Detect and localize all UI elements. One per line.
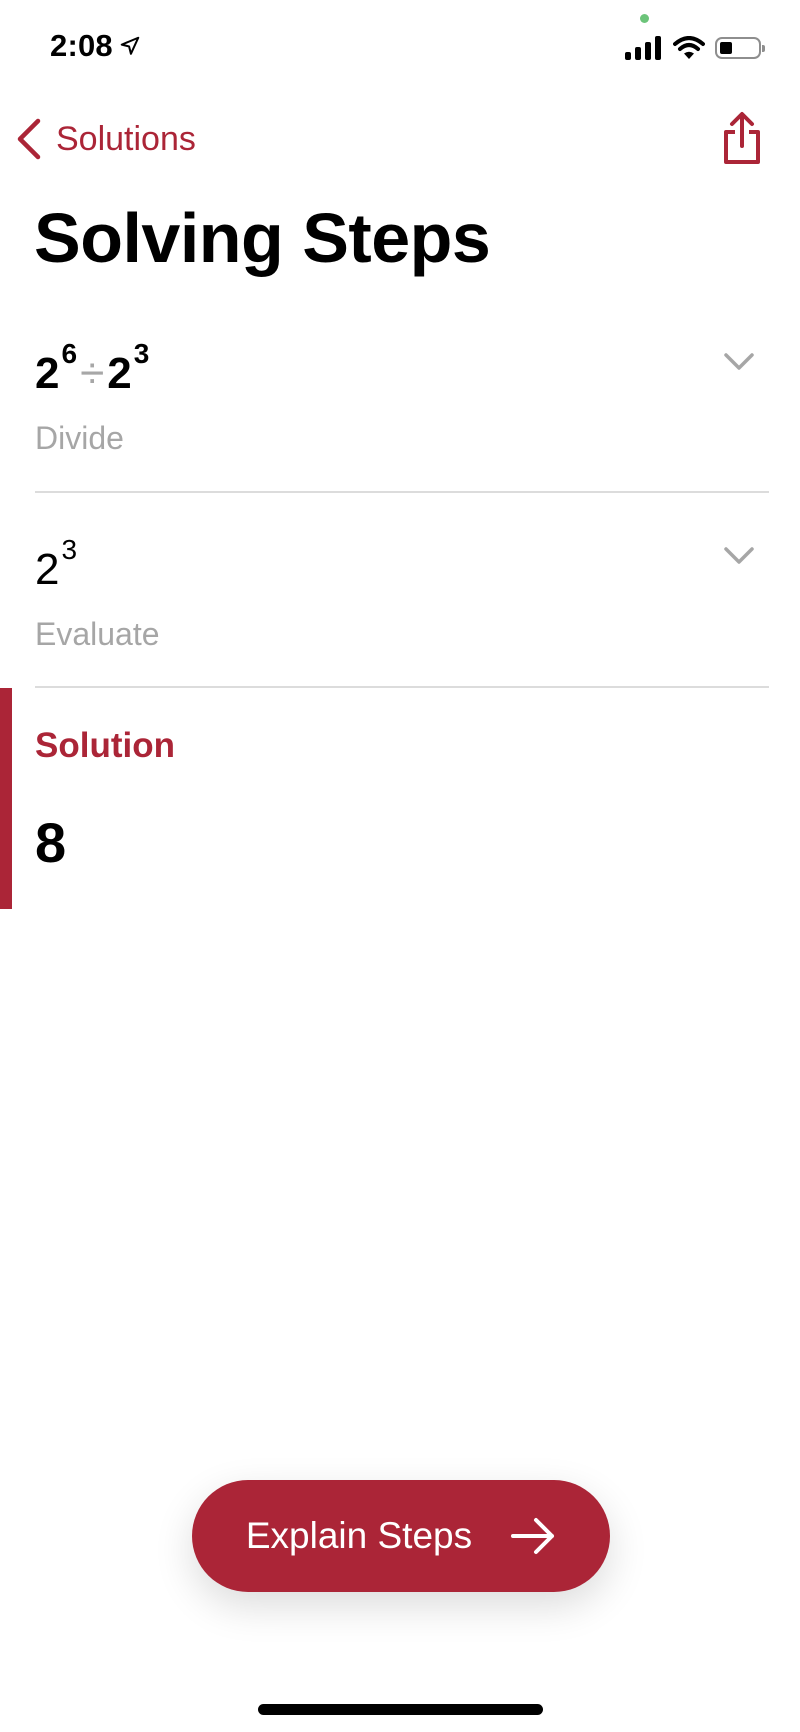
solution-accent-bar: [0, 688, 12, 909]
step-expression: 26÷23: [35, 340, 149, 398]
status-time: 2:08: [50, 28, 141, 64]
operator: ÷: [80, 349, 105, 398]
share-button[interactable]: [718, 110, 766, 166]
page-title: Solving Steps: [34, 199, 491, 277]
share-icon: [724, 112, 760, 164]
chevron-down-icon[interactable]: [723, 352, 755, 372]
explain-steps-label: Explain Steps: [245, 1515, 473, 1556]
divider: [35, 686, 769, 688]
base: 2: [107, 349, 132, 398]
solution-label: Solution: [35, 726, 175, 765]
solution-value: 8: [35, 811, 67, 874]
cellular-signal-icon: [625, 36, 661, 60]
home-indicator[interactable]: [258, 1704, 543, 1715]
back-button[interactable]: Solutions: [16, 118, 196, 160]
privacy-indicator-dot: [640, 14, 649, 23]
base: 2: [35, 545, 60, 594]
step-row[interactable]: 26÷23 Divide: [35, 336, 765, 456]
step-expression: 23: [35, 536, 77, 594]
chevron-left-icon: [17, 118, 41, 160]
exponent: 6: [61, 338, 78, 369]
back-label: Solutions: [56, 119, 196, 158]
location-arrow-icon: [120, 36, 140, 55]
solving-steps-screen: 2:08 Solutions Solving Steps 26÷23 Divid…: [0, 0, 800, 1732]
wifi-icon: [673, 36, 705, 59]
chevron-down-icon[interactable]: [723, 546, 755, 566]
step-description: Divide: [35, 420, 124, 456]
exponent: 3: [61, 534, 78, 565]
divider: [35, 491, 769, 493]
arrow-right-icon: [511, 1518, 555, 1554]
status-time-text: 2:08: [50, 28, 113, 63]
step-row[interactable]: 23 Evaluate: [35, 532, 765, 652]
step-description: Evaluate: [35, 616, 160, 652]
exponent: 3: [133, 338, 150, 369]
explain-steps-button[interactable]: Explain Steps: [192, 1480, 610, 1592]
base: 2: [35, 349, 60, 398]
battery-low-icon: [715, 37, 765, 59]
status-icons: [625, 36, 765, 60]
